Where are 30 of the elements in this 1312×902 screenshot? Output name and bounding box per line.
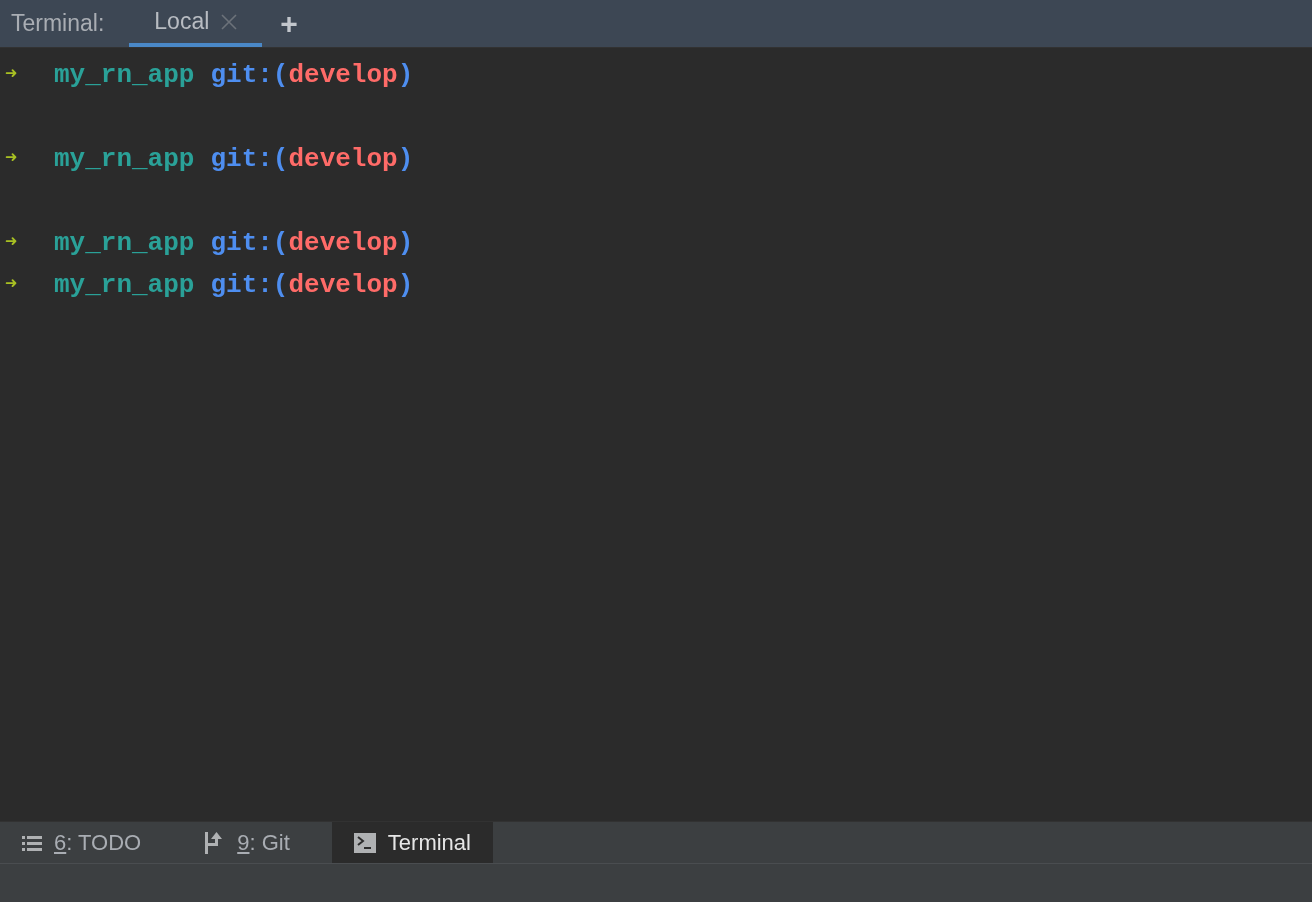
local-tab[interactable]: Local — [129, 0, 263, 47]
closing-paren: ) — [397, 142, 414, 176]
add-tab-button[interactable]: + — [280, 8, 298, 39]
directory-name: my_rn_app — [54, 58, 195, 92]
branch-name: develop — [288, 226, 398, 260]
close-icon[interactable] — [221, 13, 238, 30]
git-label: git:( — [210, 58, 289, 92]
closing-paren: ) — [397, 58, 414, 92]
prompt-arrow: ➜ — [4, 230, 19, 256]
terminal-title: Terminal: — [11, 9, 105, 39]
branch-name: develop — [288, 268, 398, 302]
prompt-arrow: ➜ — [4, 146, 19, 172]
branch-name: develop — [288, 142, 398, 176]
tool-window-tab[interactable]: 6: TODO — [0, 822, 164, 863]
prompt-arrow: ➜ — [4, 272, 19, 298]
list-icon — [22, 833, 42, 852]
tool-window-tab[interactable]: 9: Git — [183, 822, 312, 863]
tab-label: Local — [154, 7, 210, 37]
closing-paren: ) — [397, 268, 414, 302]
directory-name: my_rn_app — [54, 226, 195, 260]
branch-name: develop — [288, 58, 398, 92]
prompt-arrow: ➜ — [4, 62, 19, 88]
directory-name: my_rn_app — [54, 268, 195, 302]
terminal-icon — [353, 832, 376, 853]
git-label: git:( — [210, 142, 289, 176]
git-label: git:( — [210, 268, 289, 302]
closing-paren: ) — [397, 226, 414, 260]
git-label: git:( — [210, 226, 289, 260]
tool-window-tab[interactable]: Terminal — [331, 822, 493, 863]
directory-name: my_rn_app — [54, 142, 195, 176]
